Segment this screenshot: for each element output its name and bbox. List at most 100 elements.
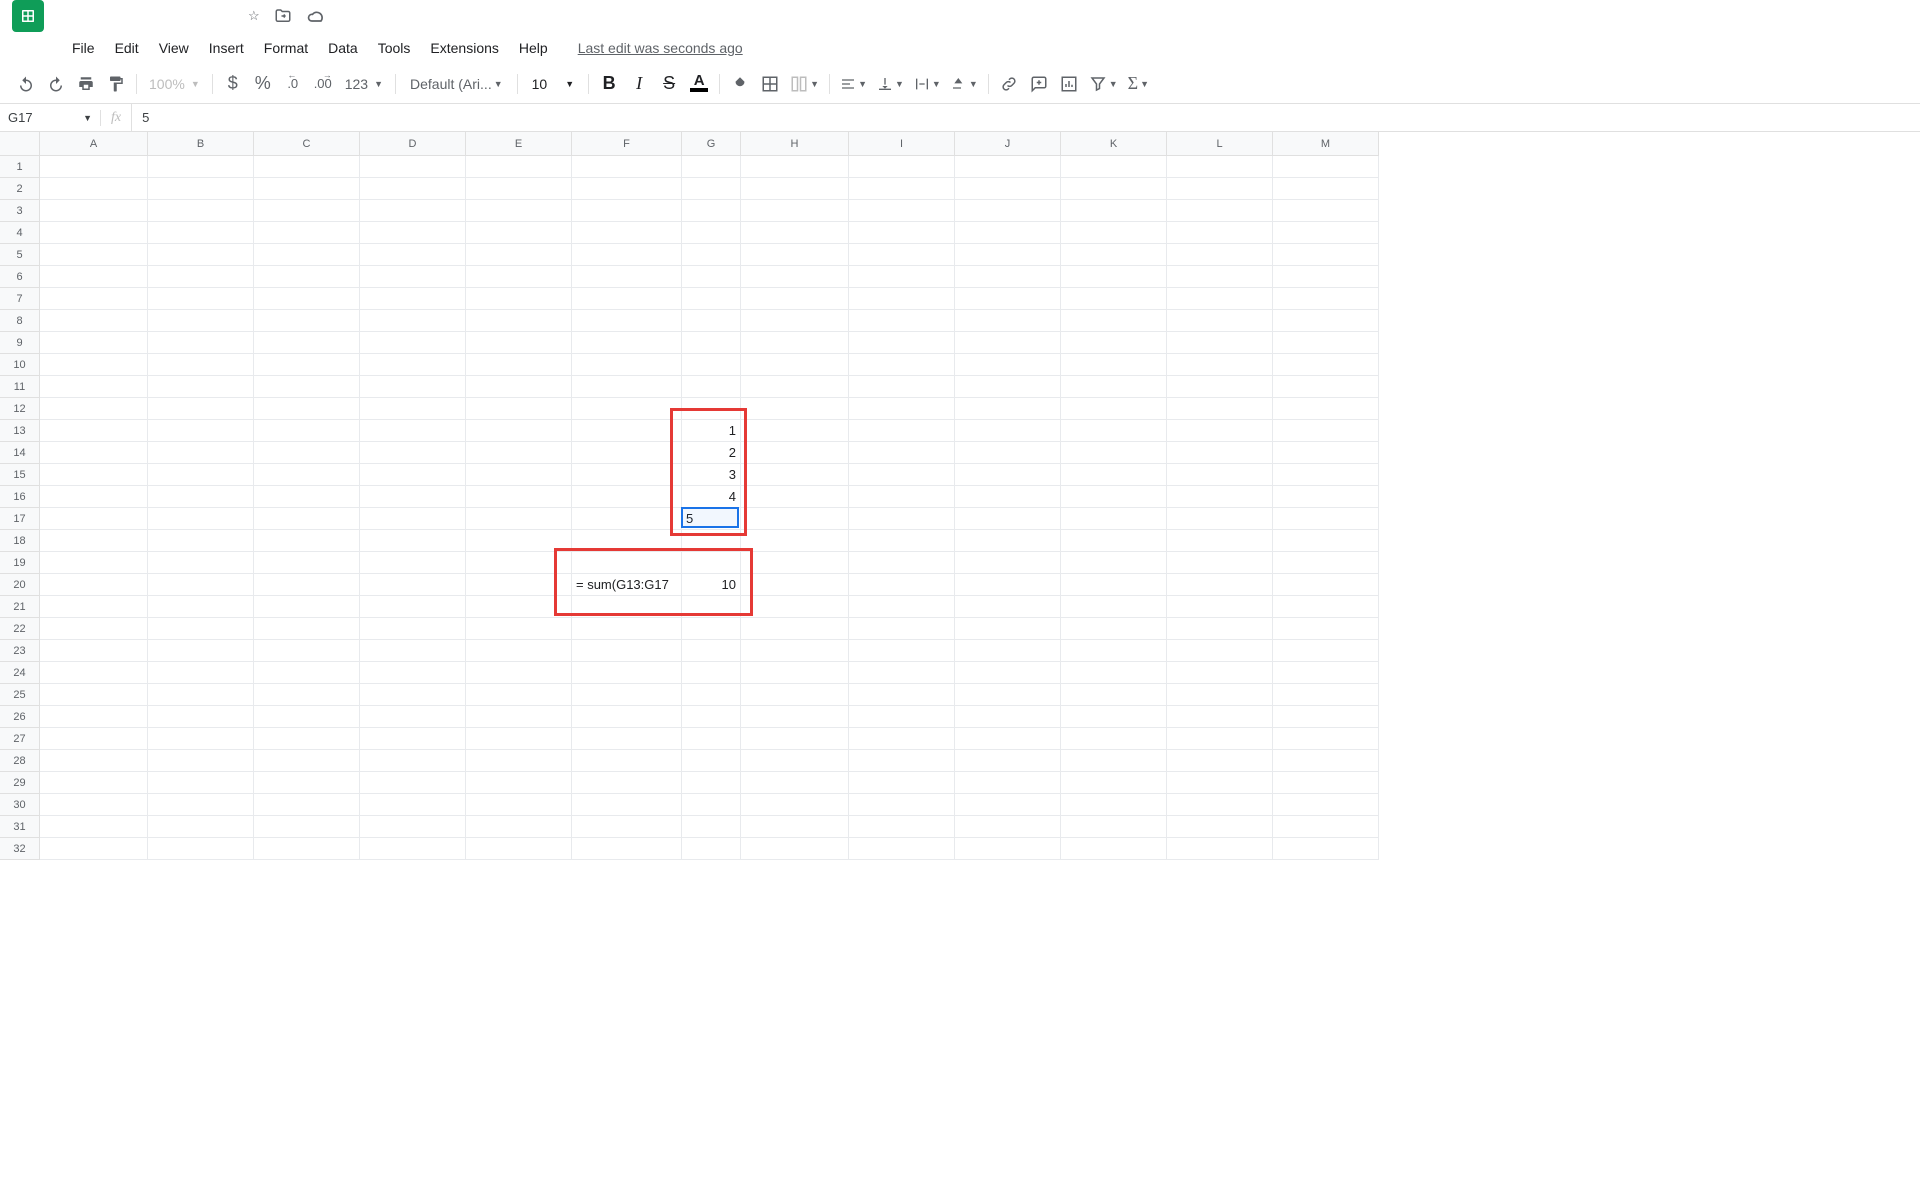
cell-L31[interactable] [1167, 816, 1273, 838]
cell-E29[interactable] [466, 772, 572, 794]
cell-G2[interactable] [682, 178, 741, 200]
cell-B11[interactable] [148, 376, 254, 398]
cell-M13[interactable] [1273, 420, 1379, 442]
row-header-27[interactable]: 27 [0, 728, 40, 750]
cell-H19[interactable] [741, 552, 849, 574]
cell-K21[interactable] [1061, 596, 1167, 618]
cell-D30[interactable] [360, 794, 466, 816]
cell-A31[interactable] [40, 816, 148, 838]
cell-E26[interactable] [466, 706, 572, 728]
cell-I5[interactable] [849, 244, 955, 266]
cell-H12[interactable] [741, 398, 849, 420]
cell-F13[interactable] [572, 420, 682, 442]
cell-D32[interactable] [360, 838, 466, 860]
cell-J29[interactable] [955, 772, 1061, 794]
cell-M31[interactable] [1273, 816, 1379, 838]
cell-M1[interactable] [1273, 156, 1379, 178]
cell-H31[interactable] [741, 816, 849, 838]
cell-J22[interactable] [955, 618, 1061, 640]
cell-D22[interactable] [360, 618, 466, 640]
cell-C26[interactable] [254, 706, 360, 728]
cell-D8[interactable] [360, 310, 466, 332]
fill-color-button[interactable] [726, 70, 754, 98]
cell-F2[interactable] [572, 178, 682, 200]
cell-C9[interactable] [254, 332, 360, 354]
col-header-I[interactable]: I [849, 132, 955, 156]
cell-M21[interactable] [1273, 596, 1379, 618]
cell-G13[interactable]: 1 [682, 420, 741, 442]
row-header-25[interactable]: 25 [0, 684, 40, 706]
cell-C16[interactable] [254, 486, 360, 508]
cell-G24[interactable] [682, 662, 741, 684]
row-header-14[interactable]: 14 [0, 442, 40, 464]
horizontal-align-button[interactable]: ▼ [836, 70, 871, 98]
menu-extensions[interactable]: Extensions [422, 36, 506, 60]
cell-I14[interactable] [849, 442, 955, 464]
row-header-32[interactable]: 32 [0, 838, 40, 860]
cell-I7[interactable] [849, 288, 955, 310]
currency-button[interactable]: $ [219, 70, 247, 98]
text-rotation-button[interactable]: ▼ [947, 70, 982, 98]
cell-B9[interactable] [148, 332, 254, 354]
cell-L20[interactable] [1167, 574, 1273, 596]
cell-M9[interactable] [1273, 332, 1379, 354]
cell-C8[interactable] [254, 310, 360, 332]
cell-M23[interactable] [1273, 640, 1379, 662]
cell-K22[interactable] [1061, 618, 1167, 640]
cell-J25[interactable] [955, 684, 1061, 706]
cell-E10[interactable] [466, 354, 572, 376]
cell-D12[interactable] [360, 398, 466, 420]
cell-J13[interactable] [955, 420, 1061, 442]
cell-K6[interactable] [1061, 266, 1167, 288]
cell-H3[interactable] [741, 200, 849, 222]
cell-L23[interactable] [1167, 640, 1273, 662]
cell-K17[interactable] [1061, 508, 1167, 530]
cell-A3[interactable] [40, 200, 148, 222]
cell-F5[interactable] [572, 244, 682, 266]
cell-L24[interactable] [1167, 662, 1273, 684]
cell-G17[interactable]: 5 [682, 508, 741, 530]
move-folder-icon[interactable] [274, 7, 292, 25]
cell-A7[interactable] [40, 288, 148, 310]
cell-G28[interactable] [682, 750, 741, 772]
cell-L21[interactable] [1167, 596, 1273, 618]
cell-H9[interactable] [741, 332, 849, 354]
cell-M20[interactable] [1273, 574, 1379, 596]
cell-H26[interactable] [741, 706, 849, 728]
cell-C28[interactable] [254, 750, 360, 772]
row-header-7[interactable]: 7 [0, 288, 40, 310]
cell-J20[interactable] [955, 574, 1061, 596]
cell-J3[interactable] [955, 200, 1061, 222]
cell-J5[interactable] [955, 244, 1061, 266]
cell-A16[interactable] [40, 486, 148, 508]
cell-L16[interactable] [1167, 486, 1273, 508]
cell-E24[interactable] [466, 662, 572, 684]
row-header-2[interactable]: 2 [0, 178, 40, 200]
cell-M18[interactable] [1273, 530, 1379, 552]
cell-M24[interactable] [1273, 662, 1379, 684]
cell-M29[interactable] [1273, 772, 1379, 794]
cell-D13[interactable] [360, 420, 466, 442]
cell-J18[interactable] [955, 530, 1061, 552]
cell-G11[interactable] [682, 376, 741, 398]
cell-E6[interactable] [466, 266, 572, 288]
col-header-C[interactable]: C [254, 132, 360, 156]
cell-M14[interactable] [1273, 442, 1379, 464]
cell-G3[interactable] [682, 200, 741, 222]
cell-A21[interactable] [40, 596, 148, 618]
menu-view[interactable]: View [151, 36, 197, 60]
cell-C19[interactable] [254, 552, 360, 574]
cell-E31[interactable] [466, 816, 572, 838]
cell-M4[interactable] [1273, 222, 1379, 244]
cell-L27[interactable] [1167, 728, 1273, 750]
cell-J2[interactable] [955, 178, 1061, 200]
cell-B23[interactable] [148, 640, 254, 662]
cell-L1[interactable] [1167, 156, 1273, 178]
cell-K32[interactable] [1061, 838, 1167, 860]
cell-B6[interactable] [148, 266, 254, 288]
cell-C4[interactable] [254, 222, 360, 244]
cell-B1[interactable] [148, 156, 254, 178]
cell-K20[interactable] [1061, 574, 1167, 596]
cell-A11[interactable] [40, 376, 148, 398]
cell-K26[interactable] [1061, 706, 1167, 728]
